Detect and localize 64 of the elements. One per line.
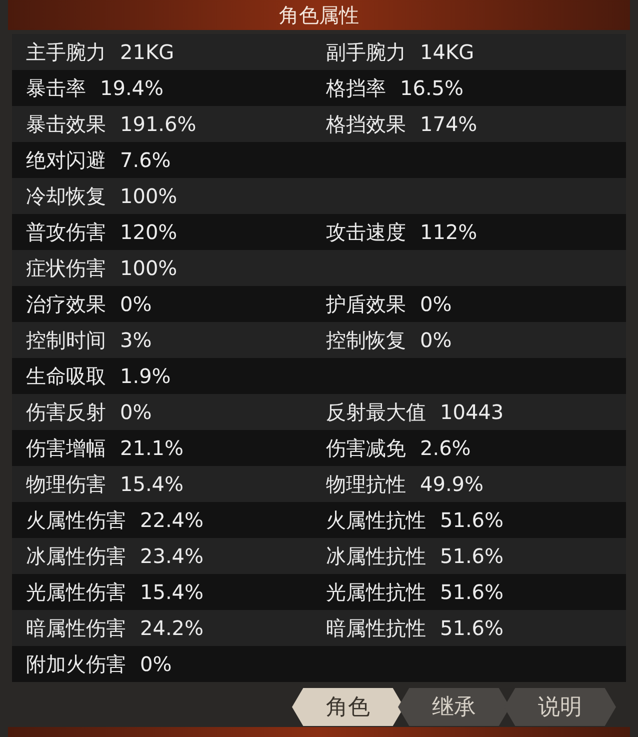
stat-value: 22.4% — [140, 507, 204, 534]
stat-value: 49.9% — [420, 471, 484, 498]
stat-value: 14KG — [420, 39, 474, 66]
stat-label: 暗属性伤害 — [26, 615, 126, 642]
stat-label: 冰属性抗性 — [326, 543, 426, 570]
stat-value: 51.6% — [440, 579, 504, 606]
stat-label: 绝对闪避 — [26, 147, 106, 174]
stat-label: 物理伤害 — [26, 471, 106, 498]
stat-label: 火属性伤害 — [26, 507, 126, 534]
stat-value: 21KG — [120, 39, 174, 66]
stat-value: 15.4% — [140, 579, 204, 606]
stat-label: 火属性抗性 — [326, 507, 426, 534]
stat-label: 反射最大值 — [326, 399, 426, 426]
stat-label: 攻击速度 — [326, 219, 406, 246]
stat-value: 0% — [420, 327, 452, 354]
stat-value: 1.9% — [120, 363, 171, 390]
stat-label: 冷却恢复 — [26, 183, 106, 210]
stat-value: 16.5% — [400, 75, 464, 102]
stat-label: 物理抗性 — [326, 471, 406, 498]
stat-value: 2.6% — [420, 435, 471, 462]
stat-value: 3% — [120, 327, 152, 354]
stat-value: 174% — [420, 111, 478, 138]
stat-label: 伤害增幅 — [26, 435, 106, 462]
stat-label: 暴击率 — [26, 75, 86, 102]
stat-label: 普攻伤害 — [26, 219, 106, 246]
stat-value: 7.6% — [120, 147, 171, 174]
stat-label: 治疗效果 — [26, 291, 106, 318]
stat-label: 副手腕力 — [326, 39, 406, 66]
stat-label: 格挡效果 — [326, 111, 406, 138]
stat-value: 112% — [420, 219, 478, 246]
stat-value: 191.6% — [120, 111, 196, 138]
stat-value: 19.4% — [100, 75, 164, 102]
stat-value: 0% — [120, 291, 152, 318]
panel-title: 角色属性 — [279, 2, 359, 29]
stat-label: 暴击效果 — [26, 111, 106, 138]
stat-value: 0% — [140, 651, 172, 678]
stat-label: 格挡率 — [326, 75, 386, 102]
stat-label: 护盾效果 — [326, 291, 406, 318]
tab[interactable]: 说明 — [504, 688, 616, 726]
stat-label: 冰属性伤害 — [26, 543, 126, 570]
stat-value: 51.6% — [440, 543, 504, 570]
stat-label: 伤害反射 — [26, 399, 106, 426]
stat-label: 主手腕力 — [26, 39, 106, 66]
stat-value: 0% — [120, 399, 152, 426]
stat-value: 24.2% — [140, 615, 204, 642]
stat-value: 0% — [420, 291, 452, 318]
stat-label: 伤害减免 — [326, 435, 406, 462]
stat-label: 症状伤害 — [26, 255, 106, 282]
stat-value: 21.1% — [120, 435, 184, 462]
stat-label: 控制恢复 — [326, 327, 406, 354]
stat-value: 51.6% — [440, 615, 504, 642]
stat-value: 100% — [120, 255, 178, 282]
stat-value: 51.6% — [440, 507, 504, 534]
stat-value: 23.4% — [140, 543, 204, 570]
stat-value: 10443 — [440, 399, 504, 426]
stat-label: 暗属性抗性 — [326, 615, 426, 642]
stat-label: 附加火伤害 — [26, 651, 126, 678]
stat-value: 120% — [120, 219, 178, 246]
stat-label: 光属性伤害 — [26, 579, 126, 606]
stat-value: 15.4% — [120, 471, 184, 498]
stat-label: 控制时间 — [26, 327, 106, 354]
stat-label: 生命吸取 — [26, 363, 106, 390]
stat-label: 光属性抗性 — [326, 579, 426, 606]
stat-value: 100% — [120, 183, 178, 210]
